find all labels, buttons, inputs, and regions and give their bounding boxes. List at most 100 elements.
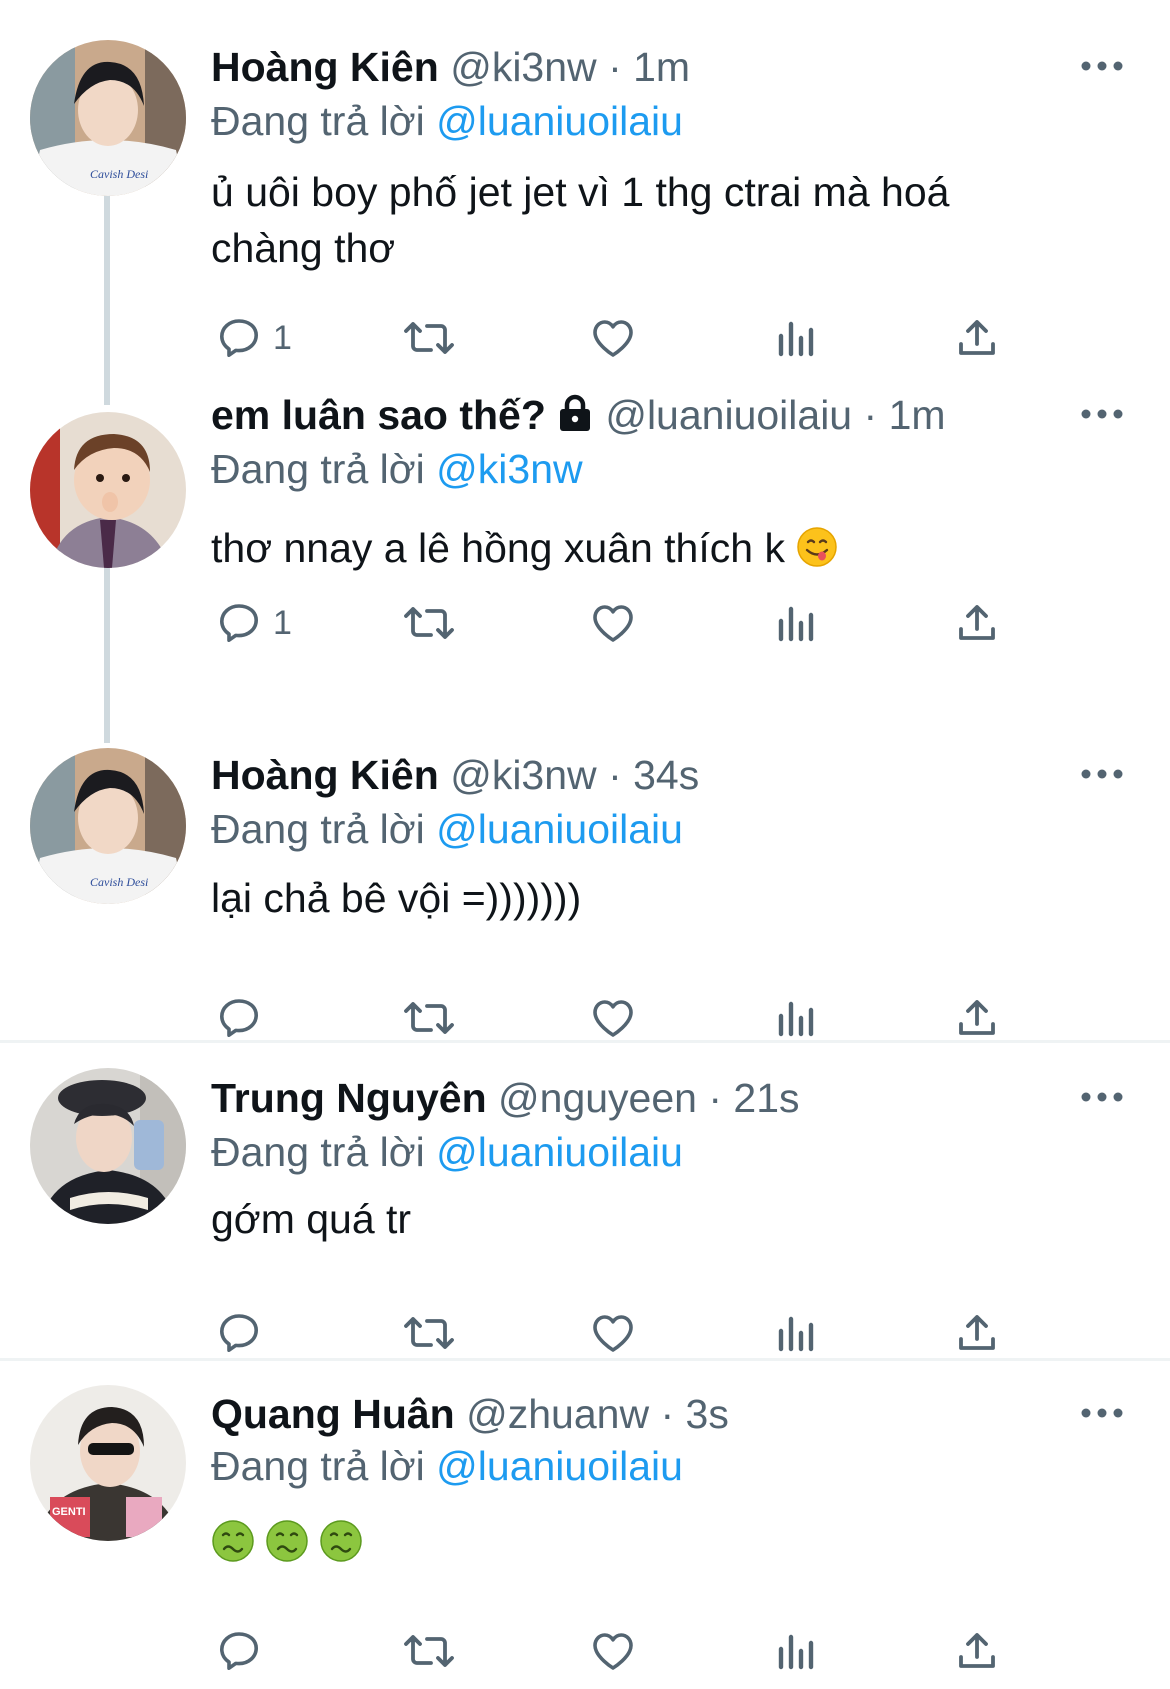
more-icon[interactable] [1080,1403,1124,1423]
display-name[interactable]: Hoàng Kiên [211,752,439,798]
avatar[interactable] [30,1068,186,1224]
mention-link[interactable]: @luaniuoilaiu [436,98,683,144]
retweet-button[interactable] [401,990,457,1046]
reply-button[interactable] [215,1623,263,1679]
display-name[interactable]: Hoàng Kiên [211,44,439,90]
like-button[interactable] [589,595,637,651]
views-button[interactable] [771,990,819,1046]
like-icon [593,605,633,642]
tweet-text [211,1513,1091,1569]
avatar[interactable]: GENTI [30,1385,186,1541]
share-button[interactable] [953,595,1001,651]
tweet-actions [211,990,1051,1046]
replying-to-label: Đang trả lời [211,98,425,144]
tweet-header: em luân sao thế? @luaniuoilaiu · 1m [211,390,1080,440]
avatar[interactable] [30,412,186,568]
display-name[interactable]: Quang Huân [211,1391,455,1437]
tweet[interactable]: Cavish Desi Hoàng Kiên @ki3nw · 1m Đang … [0,0,1170,390]
more-icon[interactable] [1080,56,1124,76]
svg-text:GENTI: GENTI [52,1506,86,1518]
views-icon [778,1634,814,1670]
share-button[interactable] [953,1623,1001,1679]
mention-link[interactable]: @luaniuoilaiu [436,1443,683,1489]
reply-button[interactable] [215,1305,263,1361]
views-icon [778,1001,814,1037]
reply-count: 1 [273,318,292,357]
user-handle[interactable]: @nguyeen [498,1075,697,1121]
retweet-icon [404,1317,454,1349]
user-handle[interactable]: @ki3nw [450,752,596,798]
share-button[interactable] [953,1305,1001,1361]
views-icon [778,1316,814,1352]
share-button[interactable] [953,310,1001,366]
like-icon [593,320,633,357]
reply-button[interactable]: 1 [215,310,292,366]
tweet-header: Trung Nguyên @nguyeen · 21s [211,1073,1080,1123]
reply-count: 1 [273,603,292,642]
nauseated-face-emoji [212,1520,254,1562]
tweet-text-line: gớm quá tr [211,1196,412,1242]
tweet-header: Hoàng Kiên @ki3nw · 34s [211,750,1080,800]
share-icon [959,605,995,640]
tweet[interactable]: Trung Nguyên @nguyeen · 21s Đang trả lời… [0,1043,1170,1358]
replying-to: Đang trả lời @ki3nw [211,444,583,494]
avatar[interactable]: Cavish Desi [30,40,186,196]
tweet-text: lại chả bê vội =))))))) [211,870,1091,926]
tweet[interactable]: Cavish Desi Hoàng Kiên @ki3nw · 34s Đang… [0,720,1170,1040]
views-icon [778,321,814,357]
share-icon [959,1315,995,1350]
tweet-actions: 1 [211,595,1051,651]
retweet-button[interactable] [401,310,457,366]
replying-to: Đang trả lời @luaniuoilaiu [211,1127,683,1177]
timestamp[interactable]: 1m [633,44,690,90]
reply-icon [220,999,258,1037]
mention-link[interactable]: @luaniuoilaiu [436,806,683,852]
retweet-button[interactable] [401,595,457,651]
reply-button[interactable] [215,990,263,1046]
display-name[interactable]: em luân sao thế? [211,392,546,438]
reply-icon [220,604,258,642]
tweet-actions [211,1623,1051,1679]
lock-icon [559,394,590,431]
face-savoring-food-emoji [797,527,838,567]
like-button[interactable] [589,990,637,1046]
timestamp[interactable]: 3s [686,1391,729,1437]
separator-dot: · [608,752,622,798]
share-button[interactable] [953,990,1001,1046]
reply-icon [220,319,258,357]
views-button[interactable] [771,310,819,366]
views-button[interactable] [771,1305,819,1361]
avatar[interactable]: Cavish Desi [30,748,186,904]
user-handle[interactable]: @ki3nw [450,44,596,90]
separator-dot: · [708,1075,723,1121]
timestamp[interactable]: 21s [733,1075,799,1121]
like-icon [593,1633,633,1670]
replying-to: Đang trả lời @luaniuoilaiu [211,804,683,854]
retweet-button[interactable] [401,1305,457,1361]
reply-button[interactable]: 1 [215,595,292,651]
more-icon[interactable] [1080,764,1124,784]
display-name[interactable]: Trung Nguyên [211,1075,487,1121]
like-button[interactable] [589,1623,637,1679]
like-button[interactable] [589,1305,637,1361]
tweet[interactable]: em luân sao thế? @luaniuoilaiu · 1m Đang… [0,390,1170,720]
timestamp[interactable]: 1m [889,392,946,438]
tweet-text: thơ nnay a lê hồng xuân thích k [211,520,1091,576]
like-button[interactable] [589,310,637,366]
tweet-text-line: chàng thơ [211,225,396,271]
retweet-icon [404,607,454,639]
more-icon[interactable] [1080,404,1124,424]
retweet-button[interactable] [401,1623,457,1679]
more-icon[interactable] [1080,1087,1124,1107]
mention-link[interactable]: @luaniuoilaiu [436,1129,683,1175]
share-icon [959,1000,995,1035]
user-handle[interactable]: @luaniuoilaiu [605,392,852,438]
nauseated-face-emoji [320,1520,362,1562]
tweet-header: Quang Huân @zhuanw · 3s [211,1389,1080,1439]
user-handle[interactable]: @zhuanw [466,1391,649,1437]
mention-link[interactable]: @ki3nw [436,446,582,492]
timestamp[interactable]: 34s [633,752,699,798]
tweet[interactable]: GENTI Quang Huân @zhuanw · 3s Đang trả l… [0,1361,1170,1689]
views-button[interactable] [771,1623,819,1679]
views-button[interactable] [771,595,819,651]
